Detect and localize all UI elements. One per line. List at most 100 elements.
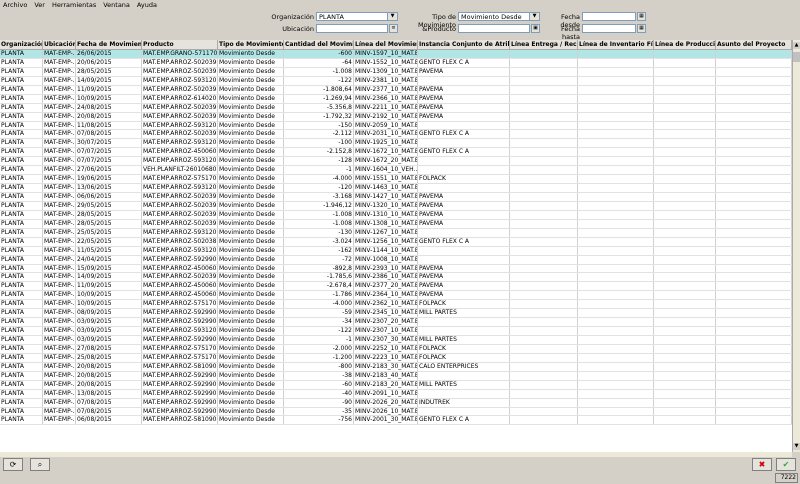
table-row[interactable]: PLANTA MAT-EMP-... 28/05/2015 MAT.EMP.ARROZ… xyxy=(0,219,792,229)
table-row[interactable]: PLANTA MAT-EMP-... 26/06/2015 MAT.EMP.GRANO… xyxy=(0,50,792,59)
zoom-icon[interactable]: ⌕ xyxy=(30,458,50,471)
menu-ayuda[interactable]: Ayuda xyxy=(137,1,157,9)
table-cell: -1 xyxy=(284,336,354,344)
scroll-thumb[interactable] xyxy=(793,52,800,62)
table-row[interactable]: PLANTA MAT-EMP-... 24/04/2015 MAT.EMP.ARROZ… xyxy=(0,255,792,265)
table-row[interactable]: PLANTA MAT-EMP-... 22/05/2015 MAT.EMP.ARROZ… xyxy=(0,237,792,247)
menu-ventana[interactable]: Ventana xyxy=(103,1,130,9)
col-producto[interactable]: Producto xyxy=(142,40,218,49)
col-cantidad[interactable]: Cantidad del Movimiento xyxy=(284,40,354,49)
table-row[interactable]: PLANTA MAT-EMP-... 07/08/2015 MAT.EMP.ARROZ… xyxy=(0,130,792,140)
table-row[interactable]: PLANTA MAT-EMP-... 07/07/2015 MAT.EMP.ARROZ… xyxy=(0,157,792,167)
fecha-desde-field[interactable] xyxy=(582,12,636,21)
table-cell: MILL PARTES xyxy=(418,380,510,389)
col-linea-mov[interactable]: Línea del Movimiento xyxy=(354,40,418,49)
table-row[interactable]: PLANTA MAT-EMP-... 07/08/2015 MAT.EMP.ARROZ… xyxy=(0,398,792,408)
table-row[interactable]: PLANTA MAT-EMP-... 10/09/2015 MAT.EMP.ARROZ… xyxy=(0,291,792,301)
table-row[interactable]: PLANTA MAT-EMP-... 13/08/2015 MAT.EMP.ARROZ… xyxy=(0,389,792,399)
table-cell: MAT.EMP.ARROZ-593120... xyxy=(143,121,218,130)
producto-field[interactable] xyxy=(458,24,530,33)
table-cell xyxy=(654,112,716,121)
col-fecha[interactable]: Fecha de Movimiento xyxy=(76,40,142,49)
table-cell xyxy=(654,371,716,380)
tipo-movimiento-field[interactable]: Movimiento Desde ▼ xyxy=(458,12,540,21)
table-cell: MAT-EMP-... xyxy=(44,255,76,264)
ubicacion-field[interactable] xyxy=(316,24,388,33)
table-row[interactable]: PLANTA MAT-EMP-... 20/08/2015 MAT.EMP.ARROZ… xyxy=(0,362,792,372)
table-row[interactable]: PLANTA MAT-EMP-... 06/06/2015 MAT.EMP.ARROZ… xyxy=(0,193,792,202)
table-cell xyxy=(510,380,578,389)
calendar-icon[interactable]: ▦ xyxy=(637,12,646,21)
col-instancia[interactable]: Instancia Conjunto de Atributos xyxy=(418,40,510,49)
table-row[interactable]: PLANTA MAT-EMP-... 28/05/2015 MAT.EMP.ARROZ… xyxy=(0,210,792,220)
col-linea-inventario[interactable]: Línea de Inventario Físico xyxy=(578,40,654,49)
locator-icon[interactable]: ≡ xyxy=(389,24,398,33)
col-linea-produccion[interactable]: Línea de Producción xyxy=(654,40,716,49)
chevron-down-icon[interactable]: ▼ xyxy=(387,13,397,20)
table-cell: MAT-EMP-... xyxy=(44,50,76,58)
table-cell xyxy=(716,184,792,192)
table-row[interactable]: PLANTA MAT-EMP-... 13/06/2015 MAT.EMP.ARROZ… xyxy=(0,184,792,193)
table-row[interactable]: PLANTA MAT-EMP-... 03/09/2015 MAT.EMP.ARROZ… xyxy=(0,318,792,328)
table-cell xyxy=(418,121,510,130)
table-cell: MAT.EMP.ARROZ-593120... xyxy=(143,139,218,148)
table-row[interactable]: PLANTA MAT-EMP-... 11/09/2015 MAT.EMP.ARROZ… xyxy=(0,282,792,292)
col-asunto[interactable]: Asunto del Proyecto xyxy=(716,40,792,49)
table-cell xyxy=(578,112,654,121)
table-row[interactable]: PLANTA MAT-EMP-... 14/09/2015 MAT.EMP.ARROZ… xyxy=(0,76,792,86)
table-row[interactable]: PLANTA MAT-EMP-... 30/07/2015 MAT.EMP.ARROZ… xyxy=(0,139,792,149)
col-ubicacion[interactable]: Ubicación xyxy=(43,40,76,49)
table-cell: 28/05/2015 xyxy=(76,67,142,76)
table-row[interactable]: PLANTA MAT-EMP-... 11/09/2015 MAT.EMP.ARROZ… xyxy=(0,85,792,95)
col-tipo[interactable]: Tipo de Movimiento xyxy=(218,40,284,49)
organizacion-field[interactable]: PLANTA ▼ xyxy=(316,12,398,21)
col-organizacion[interactable]: Organización xyxy=(0,40,43,49)
table-row[interactable]: PLANTA MAT-EMP-... 27/06/2015 VEH.PLANFILT-… xyxy=(0,166,792,176)
table-row[interactable]: PLANTA MAT-EMP-... 24/08/2015 MAT.EMP.ARROZ… xyxy=(0,103,792,113)
table-row[interactable]: PLANTA MAT-EMP-... 06/08/2015 MAT.EMP.ARROZ… xyxy=(0,416,792,426)
ok-button[interactable]: ✔ xyxy=(776,458,796,471)
table-row[interactable]: PLANTA MAT-EMP-... 29/05/2015 MAT.EMP.ARROZ… xyxy=(0,201,792,211)
table-row[interactable]: PLANTA MAT-EMP-... 20/08/2015 MAT.EMP.ARROZ… xyxy=(0,380,792,390)
scroll-up-icon[interactable]: ▲ xyxy=(793,42,800,49)
vertical-scrollbar[interactable]: ▲ ▼ xyxy=(792,40,800,452)
refresh-icon[interactable]: ⟳ xyxy=(3,458,23,471)
chevron-down-icon[interactable]: ▼ xyxy=(529,13,539,20)
table-cell: 11/08/2015 xyxy=(76,121,142,130)
table-cell xyxy=(510,157,578,166)
table-row[interactable]: PLANTA MAT-EMP-... 11/05/2015 MAT.EMP.ARROZ… xyxy=(0,246,792,256)
table-cell: MAT.EMP.ARROZ-593120... xyxy=(143,246,218,255)
table-cell xyxy=(716,362,792,371)
scroll-down-icon[interactable]: ▼ xyxy=(793,443,800,450)
table-row[interactable]: PLANTA MAT-EMP-... 03/09/2015 MAT.EMP.ARROZ… xyxy=(0,336,792,345)
table-row[interactable]: PLANTA MAT-EMP-... 25/08/2015 MAT.EMP.ARROZ… xyxy=(0,353,792,363)
table-cell: MINV-2386_10_MAT.E... xyxy=(355,273,418,282)
table-row[interactable]: PLANTA MAT-EMP-... 03/09/2015 MAT.EMP.ARROZ… xyxy=(0,327,792,336)
table-row[interactable]: PLANTA MAT-EMP-... 10/09/2015 MAT.EMP.ARROZ… xyxy=(0,300,792,310)
menu-ver[interactable]: Ver xyxy=(34,1,45,9)
table-row[interactable]: PLANTA MAT-EMP-... 27/08/2015 MAT.EMP.ARROZ… xyxy=(0,344,792,354)
table-row[interactable]: PLANTA MAT-EMP-... 28/05/2015 MAT.EMP.ARROZ… xyxy=(0,67,792,77)
menu-archivo[interactable]: Archivo xyxy=(3,1,27,9)
table-row[interactable]: PLANTA MAT-EMP-... 10/09/2015 MAT.EMP.ARROZ… xyxy=(0,94,792,104)
table-cell xyxy=(716,371,792,380)
table-row[interactable]: PLANTA MAT-EMP-... 07/07/2015 MAT.EMP.ARROZ… xyxy=(0,148,792,158)
col-linea-entrega[interactable]: Línea Entrega / Recibo xyxy=(510,40,578,49)
table-row[interactable]: PLANTA MAT-EMP-... 19/06/2015 MAT.EMP.ARROZ… xyxy=(0,175,792,185)
calendar-icon[interactable]: ▦ xyxy=(637,24,646,33)
table-row[interactable]: PLANTA MAT-EMP-... 14/09/2015 MAT.EMP.ARROZ… xyxy=(0,273,792,283)
table-row[interactable]: PLANTA MAT-EMP-... 08/09/2015 MAT.EMP.ARROZ… xyxy=(0,309,792,319)
cancel-button[interactable]: ✖ xyxy=(752,458,772,471)
table-cell: MAT.EMP.ARROZ-502039... xyxy=(143,103,218,112)
table-row[interactable]: PLANTA MAT-EMP-... 11/08/2015 MAT.EMP.ARROZ… xyxy=(0,121,792,131)
table-cell: 30/07/2015 xyxy=(76,139,142,148)
table-row[interactable]: PLANTA MAT-EMP-... 07/08/2015 MAT.EMP.ARROZ… xyxy=(0,407,792,417)
table-row[interactable]: PLANTA MAT-EMP-... 20/08/2015 MAT.EMP.ARROZ… xyxy=(0,371,792,381)
menu-herramientas[interactable]: Herramientas xyxy=(52,1,96,9)
table-row[interactable]: PLANTA MAT-EMP-... 15/09/2015 MAT.EMP.ARROZ… xyxy=(0,264,792,274)
table-row[interactable]: PLANTA MAT-EMP-... 20/08/2015 MAT.EMP.ARROZ… xyxy=(0,112,792,122)
fecha-hasta-field[interactable] xyxy=(582,24,636,33)
product-search-icon[interactable]: ▣ xyxy=(531,24,540,33)
table-row[interactable]: PLANTA MAT-EMP-... 20/06/2015 MAT.EMP.ARROZ… xyxy=(0,58,792,68)
table-row[interactable]: PLANTA MAT-EMP-... 25/05/2015 MAT.EMP.ARROZ… xyxy=(0,228,792,238)
